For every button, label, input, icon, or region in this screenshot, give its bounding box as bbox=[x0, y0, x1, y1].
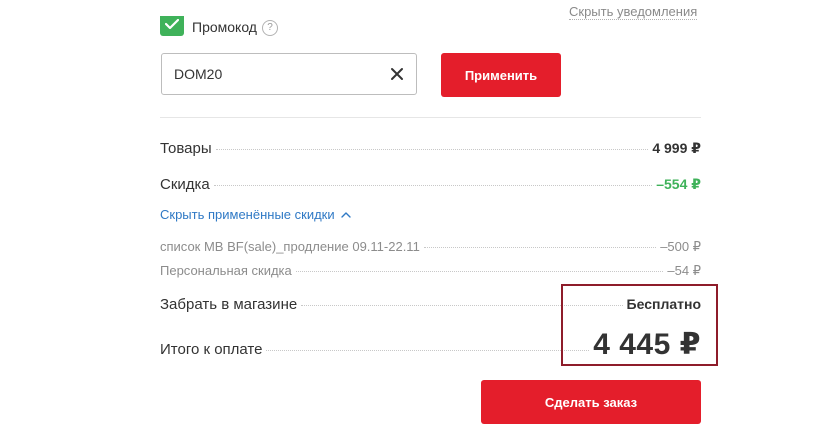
discount-value: –554 ₽ bbox=[656, 176, 701, 192]
discount-detail-row: список MB BF(sale)_продление 09.11-22.11… bbox=[160, 239, 701, 255]
dotted-leader bbox=[213, 185, 653, 186]
discount-detail-row: Персональная скидка –54 ₽ bbox=[160, 263, 701, 279]
pickup-label: Забрать в магазине bbox=[160, 296, 298, 313]
goods-row: Товары 4 999 ₽ bbox=[160, 140, 701, 157]
dotted-leader bbox=[295, 271, 664, 272]
promo-code-field-wrapper bbox=[161, 53, 417, 95]
check-icon bbox=[165, 19, 179, 29]
discount-detail-value: –54 ₽ bbox=[667, 263, 701, 278]
discount-row: Скидка –554 ₽ bbox=[160, 176, 701, 193]
question-icon[interactable]: ? bbox=[261, 20, 278, 36]
promo-code-label: Промокод bbox=[192, 19, 257, 35]
promo-code-toggle[interactable]: Промокод ? bbox=[160, 16, 278, 38]
discount-detail-label: Персональная скидка bbox=[160, 263, 292, 278]
goods-value: 4 999 ₽ bbox=[652, 140, 701, 156]
divider bbox=[160, 117, 701, 118]
discount-label: Скидка bbox=[160, 176, 210, 193]
dotted-leader bbox=[215, 149, 649, 150]
close-icon[interactable] bbox=[390, 67, 404, 81]
dotted-leader bbox=[266, 350, 590, 351]
discount-detail-value: –500 ₽ bbox=[660, 239, 701, 254]
dotted-leader bbox=[423, 247, 657, 248]
hide-applied-discounts-link[interactable]: Скрыть применённые скидки bbox=[160, 207, 351, 222]
promo-checkbox[interactable] bbox=[160, 16, 184, 36]
hide-applied-discounts-label: Скрыть применённые скидки bbox=[160, 207, 335, 222]
hide-notifications-link[interactable]: Скрыть уведомления bbox=[569, 4, 698, 20]
goods-label: Товары bbox=[160, 140, 212, 157]
discount-detail-label: список MB BF(sale)_продление 09.11-22.11 bbox=[160, 239, 420, 254]
highlight-box bbox=[561, 284, 718, 366]
promo-code-input[interactable] bbox=[162, 54, 372, 94]
chevron-up-icon bbox=[340, 211, 351, 218]
total-label: Итого к оплате bbox=[160, 341, 263, 358]
apply-promo-button[interactable]: Применить bbox=[441, 53, 561, 97]
place-order-button[interactable]: Сделать заказ bbox=[481, 380, 701, 424]
order-summary-panel: Скрыть уведомления Промокод ? Применить … bbox=[0, 0, 831, 445]
